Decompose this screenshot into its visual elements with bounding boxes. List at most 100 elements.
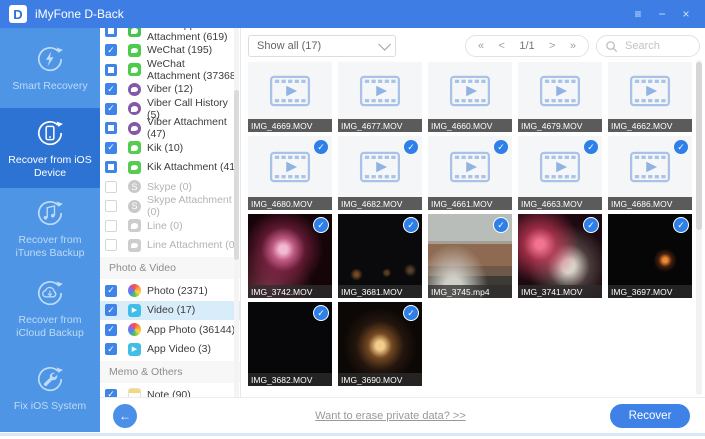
search-input[interactable] (623, 39, 697, 53)
selected-check-badge[interactable]: ✓ (583, 139, 599, 155)
whatsapp-app-icon (128, 28, 141, 37)
menu-icon[interactable]: ≡ (629, 5, 647, 23)
checkbox-unchecked[interactable] (105, 220, 117, 232)
category-row-kik-10[interactable]: ✓ Kik (10) (100, 138, 240, 158)
minimize-icon[interactable]: − (653, 5, 671, 23)
recover-button[interactable]: Recover (610, 404, 690, 428)
category-row-whatsapp-attachment-619[interactable]: WhatsApp Attachment (619) (100, 28, 240, 41)
thumbnail-img-4679-mov[interactable]: IMG_4679.MOV (518, 62, 602, 132)
sidebar-item-smart-recovery[interactable]: Smart Recovery (0, 28, 100, 108)
video-placeholder-icon (539, 150, 581, 184)
selected-check-badge[interactable]: ✓ (313, 217, 329, 233)
thumbnail-img-4660-mov[interactable]: IMG_4660.MOV (428, 62, 512, 132)
category-row-skype-attachment-0[interactable]: SSkype Attachment (0) (100, 197, 240, 217)
thumbnail-img-3742-mov[interactable]: ✓IMG_3742.MOV (248, 214, 332, 298)
category-row-line-attachment-0[interactable]: Line Attachment (0) (100, 236, 240, 256)
first-page-button[interactable]: « (478, 40, 484, 52)
section-header: Memo & Others (100, 361, 240, 383)
checkbox-checked[interactable]: ✓ (105, 389, 117, 397)
category-list: WhatsApp Attachment (619)✓WeChat (195)We… (100, 28, 240, 397)
selected-check-badge[interactable]: ✓ (493, 217, 509, 233)
next-page-button[interactable]: > (549, 40, 555, 52)
checkbox-partial[interactable] (105, 28, 117, 37)
grid-scrollbar[interactable] (696, 60, 702, 395)
category-row-note-90[interactable]: ✓Note (90) (100, 385, 240, 397)
selected-check-badge[interactable]: ✓ (673, 139, 689, 155)
selected-check-badge[interactable]: ✓ (403, 139, 419, 155)
thumbnail-img-4662-mov[interactable]: IMG_4662.MOV (608, 62, 692, 132)
category-row-wechat-attachment-37368[interactable]: WeChat Attachment (37368) (100, 60, 240, 80)
sidebar-item-recover-from-icloud-backup[interactable]: Recover from iCloud Backup (0, 268, 100, 348)
category-scrollbar-thumb[interactable] (234, 90, 239, 260)
thumbnail-img-3741-mov[interactable]: ✓IMG_3741.MOV (518, 214, 602, 298)
selected-check-badge[interactable]: ✓ (673, 217, 689, 233)
page-indicator: 1/1 (519, 40, 534, 52)
thumbnail-img-3690-mov[interactable]: ✓IMG_3690.MOV (338, 302, 422, 386)
selected-check-badge[interactable]: ✓ (403, 305, 419, 321)
category-row-app-photo-36144[interactable]: ✓App Photo (36144) (100, 320, 240, 340)
search-box[interactable] (596, 35, 700, 57)
category-row-photo-2371[interactable]: ✓Photo (2371) (100, 281, 240, 301)
checkbox-partial[interactable] (105, 64, 117, 76)
checkbox-unchecked[interactable] (105, 181, 117, 193)
thumbnail-img-4682-mov[interactable]: ✓IMG_4682.MOV (338, 136, 422, 210)
thumbnail-img-4661-mov[interactable]: ✓IMG_4661.MOV (428, 136, 512, 210)
thumbnail-img-4680-mov[interactable]: ✓IMG_4680.MOV (248, 136, 332, 210)
last-page-button[interactable]: » (570, 40, 576, 52)
erase-private-data-link[interactable]: Want to erase private data? >> (315, 410, 466, 422)
file-browser: Show all (17) « < 1/1 > » IMG_4669.MOVIM… (241, 28, 705, 397)
line-app-icon (128, 219, 141, 232)
thumbnail-img-3697-mov[interactable]: ✓IMG_3697.MOV (608, 214, 692, 298)
category-row-video-17[interactable]: ✓▶Video (17) (100, 301, 240, 321)
viber-app-icon (128, 122, 141, 135)
sidebar-item-label: Recover from iTunes Backup (0, 234, 100, 260)
show-all-dropdown[interactable]: Show all (17) (248, 35, 396, 57)
wrench-repair-icon (34, 363, 66, 395)
file-name: IMG_4662.MOV (608, 119, 692, 132)
checkbox-checked[interactable]: ✓ (105, 304, 117, 316)
thumbnail-img-3682-mov[interactable]: ✓IMG_3682.MOV (248, 302, 332, 386)
checkbox-checked[interactable]: ✓ (105, 343, 117, 355)
thumbnail-img-4686-mov[interactable]: ✓IMG_4686.MOV (608, 136, 692, 210)
thumbnail-img-3681-mov[interactable]: ✓IMG_3681.MOV (338, 214, 422, 298)
sidebar-item-label: Fix iOS System (8, 400, 92, 413)
checkbox-checked[interactable]: ✓ (105, 83, 117, 95)
category-row-kik-attachment-41[interactable]: Kik Attachment (41) (100, 158, 240, 178)
checkbox-partial[interactable] (105, 122, 117, 134)
category-scrollbar[interactable] (234, 28, 239, 397)
category-row-viber-attachment-47[interactable]: Viber Attachment (47) (100, 119, 240, 139)
close-icon[interactable]: × (677, 5, 695, 23)
sidebar-item-fix-ios-system[interactable]: Fix iOS System (0, 348, 100, 428)
selected-check-badge[interactable]: ✓ (313, 305, 329, 321)
selected-check-badge[interactable]: ✓ (583, 217, 599, 233)
checkbox-checked[interactable]: ✓ (105, 285, 117, 297)
checkbox-checked[interactable]: ✓ (105, 44, 117, 56)
thumbnail-img-3745-mp4[interactable]: ✓IMG_3745.mp4 (428, 214, 512, 298)
checkbox-unchecked[interactable] (105, 200, 117, 212)
checkbox-unchecked[interactable] (105, 239, 117, 251)
thumbnail-img-4677-mov[interactable]: IMG_4677.MOV (338, 62, 422, 132)
checkbox-partial[interactable] (105, 161, 117, 173)
prev-page-button[interactable]: < (499, 40, 505, 52)
selected-check-badge[interactable]: ✓ (493, 139, 509, 155)
sidebar-item-recover-from-itunes-backup[interactable]: Recover from iTunes Backup (0, 188, 100, 268)
thumbnail-img-4669-mov[interactable]: IMG_4669.MOV (248, 62, 332, 132)
pagination: « < 1/1 > » (465, 35, 589, 57)
note-app-icon (128, 388, 141, 397)
back-button[interactable]: ← (113, 404, 137, 428)
grid-scrollbar-thumb[interactable] (696, 62, 702, 230)
category-label: Kik (10) (147, 142, 183, 154)
category-panel: WhatsApp Attachment (619)✓WeChat (195)We… (100, 28, 241, 397)
checkbox-checked[interactable]: ✓ (105, 142, 117, 154)
category-row-line-0[interactable]: Line (0) (100, 216, 240, 236)
sidebar-item-recover-from-ios-device[interactable]: Recover from iOS Device (0, 108, 100, 188)
category-row-app-video-3[interactable]: ✓▶App Video (3) (100, 340, 240, 360)
checkbox-checked[interactable]: ✓ (105, 103, 117, 115)
app-logo-icon: D (9, 5, 27, 23)
skype-app-icon: S (128, 180, 141, 193)
selected-check-badge[interactable]: ✓ (403, 217, 419, 233)
video-placeholder-icon (629, 74, 671, 108)
selected-check-badge[interactable]: ✓ (313, 139, 329, 155)
thumbnail-img-4663-mov[interactable]: ✓IMG_4663.MOV (518, 136, 602, 210)
checkbox-checked[interactable]: ✓ (105, 324, 117, 336)
